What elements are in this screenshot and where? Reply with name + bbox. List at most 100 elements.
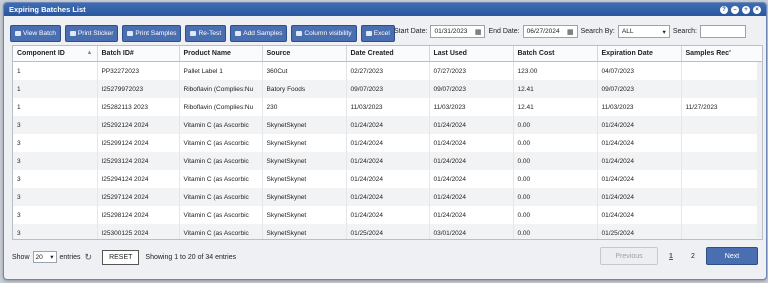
table-cell: SkynetSkynet: [262, 224, 347, 239]
table-row[interactable]: 3 I25292124 2024 Vitamin C (as Ascorbic Sky…: [13, 116, 762, 134]
table-cell: 01/24/2024: [429, 188, 514, 206]
table-row[interactable]: 1 I25279972023 Riboflavin (Complies:Nu Bato…: [13, 80, 762, 98]
table-cell: [681, 80, 762, 98]
col-batch-id[interactable]: Batch ID#: [97, 46, 180, 62]
table-cell: 01/24/2024: [429, 206, 514, 224]
columns-icon: [296, 31, 303, 36]
reset-button[interactable]: RESET: [102, 249, 140, 265]
previous-button[interactable]: Previous: [600, 247, 658, 265]
minimize-icon[interactable]: –: [731, 5, 739, 14]
table-cell: 3: [13, 152, 98, 170]
table-cell: 0.00: [513, 134, 598, 152]
table-cell: I25279972023: [97, 80, 180, 98]
table-row[interactable]: 3 I25297124 2024 Vitamin C (as Ascorbic Sky…: [13, 188, 762, 206]
table-cell: Batory Foods: [262, 80, 347, 98]
table-row[interactable]: 3 I25294124 2024 Vitamin C (as Ascorbic Sky…: [13, 170, 762, 188]
table-cell: 04/07/2023: [597, 61, 682, 80]
start-date-label: Start Date:: [394, 28, 428, 35]
excel-button[interactable]: Excel: [360, 25, 395, 42]
table-cell: I25298124 2024: [97, 206, 180, 224]
table-cell: 3: [13, 134, 98, 152]
printer-icon: [69, 31, 76, 36]
table-cell: [681, 116, 762, 134]
table-cell: Pallet Label 1: [179, 61, 263, 80]
refresh-icon[interactable]: ↻: [85, 252, 93, 263]
table-cell: Riboflavin (Complies:Nu: [179, 98, 263, 116]
table-row[interactable]: 3 I25299124 2024 Vitamin C (as Ascorbic Sky…: [13, 134, 762, 152]
pagination: Previous 1 2 Next: [600, 247, 758, 265]
col-batch-cost[interactable]: Batch Cost: [513, 46, 598, 62]
filters: Start Date: 01/31/2023 ▦ End Date: 06/27/…: [394, 25, 746, 38]
view-batch-button[interactable]: View Batch: [10, 25, 61, 42]
table-cell: 3: [13, 206, 98, 224]
table-row[interactable]: 3 I25298124 2024 Vitamin C (as Ascorbic Sky…: [13, 206, 762, 224]
table-cell: 123.00: [513, 61, 598, 80]
show-label: Show: [12, 253, 30, 261]
print-samples-button[interactable]: Print Samples: [122, 25, 182, 42]
chevron-down-icon: ▾: [662, 28, 666, 36]
column-visibility-button[interactable]: Column visibility: [291, 25, 357, 42]
help-icon[interactable]: ?: [720, 5, 728, 14]
table-cell: 11/03/2023: [429, 98, 514, 116]
table-cell: 0.00: [513, 152, 598, 170]
add-icon: [235, 31, 242, 36]
table-cell: 1: [13, 61, 98, 80]
close-icon[interactable]: ×: [753, 5, 761, 14]
table-cell: 01/24/2024: [597, 134, 682, 152]
table-cell: 09/07/2023: [597, 80, 682, 98]
table-cell: 01/24/2024: [597, 170, 682, 188]
col-samples-received[interactable]: Samples Rec': [681, 46, 762, 62]
table-cell: 01/24/2024: [597, 206, 682, 224]
add-samples-button[interactable]: Add Samples: [230, 25, 288, 42]
table-cell: 0.00: [513, 170, 598, 188]
table-cell: SkynetSkynet: [262, 152, 347, 170]
search-by-select[interactable]: ALL ▾: [617, 25, 670, 38]
table-cell: I25294124 2024: [97, 170, 180, 188]
vertical-scrollbar[interactable]: [757, 62, 762, 238]
table-cell: PP32272023: [97, 61, 180, 80]
table-cell: 02/27/2023: [346, 61, 430, 80]
window-title: Expiring Batches List: [9, 5, 86, 14]
maximize-icon[interactable]: +: [742, 5, 750, 14]
calendar-icon[interactable]: ▦: [567, 28, 574, 36]
start-date-input[interactable]: 01/31/2023 ▦: [430, 25, 486, 38]
re-test-button[interactable]: Re-Test: [185, 25, 227, 42]
page-2-link[interactable]: 2: [684, 248, 702, 264]
table-cell: 01/24/2024: [346, 170, 430, 188]
table-cell: I25297124 2024: [97, 188, 180, 206]
end-date-input[interactable]: 06/27/2024 ▦: [522, 25, 578, 38]
col-date-created[interactable]: Date Created: [346, 46, 430, 62]
table-cell: SkynetSkynet: [262, 206, 347, 224]
col-product-name[interactable]: Product Name: [179, 46, 263, 62]
table-cell: 01/24/2024: [429, 170, 514, 188]
page-length-select[interactable]: 20 ▾: [32, 251, 57, 263]
table-row[interactable]: 3 I25300125 2024 Vitamin C (as Ascorbic Sky…: [13, 224, 762, 239]
table-cell: Vitamin C (as Ascorbic: [179, 224, 263, 239]
table-cell: SkynetSkynet: [262, 170, 347, 188]
print-sticker-button[interactable]: Print Sticker: [64, 25, 119, 42]
col-source[interactable]: Source: [262, 46, 347, 62]
table-cell: 01/24/2024: [346, 134, 430, 152]
calendar-icon[interactable]: ▦: [475, 28, 482, 36]
batches-table: Component ID ▲ Batch ID# Product Name Sou…: [12, 45, 763, 240]
col-last-used[interactable]: Last Used: [429, 46, 514, 62]
table-cell: 12.41: [513, 98, 598, 116]
table-cell: 07/27/2023: [429, 61, 514, 80]
table-row[interactable]: 1 I25282113 2023 Riboflavin (Complies:Nu 23…: [13, 98, 762, 116]
col-expiration-date[interactable]: Expiration Date: [597, 46, 682, 62]
table-cell: 360Cut: [262, 61, 347, 80]
page-1-link[interactable]: 1: [662, 248, 680, 264]
table-row[interactable]: 1 PP32272023 Pallet Label 1 360Cut 02/27/202…: [13, 61, 762, 80]
table-cell: 01/24/2024: [346, 188, 430, 206]
table-cell: Vitamin C (as Ascorbic: [179, 170, 263, 188]
table-cell: 11/03/2023: [346, 98, 430, 116]
table-cell: 01/24/2024: [597, 116, 682, 134]
search-input[interactable]: [699, 25, 746, 38]
table-cell: 01/24/2024: [346, 152, 430, 170]
view-icon: [15, 31, 21, 36]
table-cell: [681, 188, 762, 206]
expiring-batches-window: Expiring Batches List ? – + × View Batch…: [3, 2, 767, 280]
next-button[interactable]: Next: [706, 247, 758, 265]
col-component-id[interactable]: Component ID ▲: [13, 46, 98, 62]
table-row[interactable]: 3 I25293124 2024 Vitamin C (as Ascorbic Sky…: [13, 152, 762, 170]
